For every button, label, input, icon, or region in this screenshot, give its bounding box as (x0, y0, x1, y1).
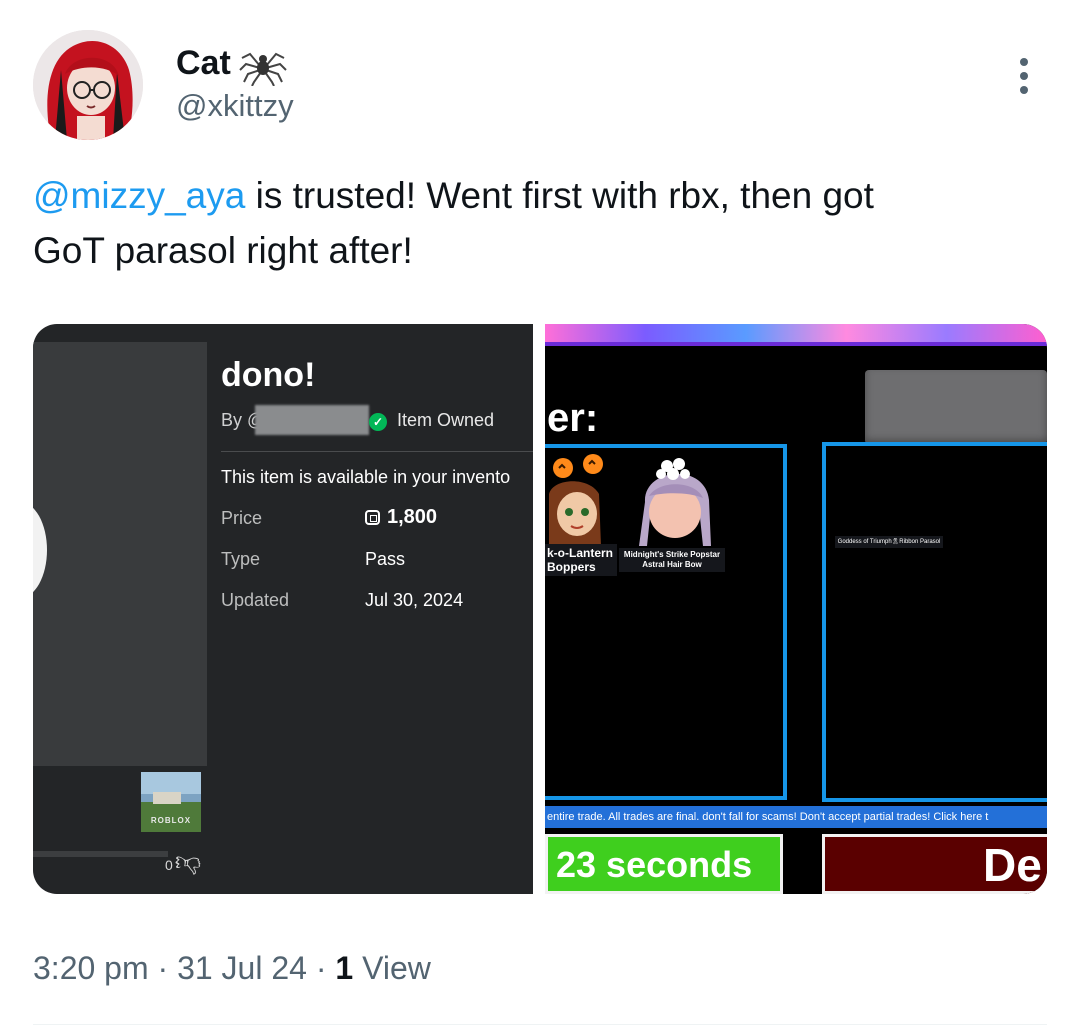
view-count[interactable]: 1 (335, 950, 353, 986)
astral-hair-bow-icon (625, 452, 725, 546)
gray-panel (865, 370, 1047, 444)
trade-banner-edge (545, 342, 1047, 346)
trade-item-label: k-o-Lantern Boppers (545, 544, 617, 576)
trade-item-label: Midnight's Strike Popstar Astral Hair Bo… (619, 548, 725, 572)
thumbnail-label: ROBLOX (150, 816, 192, 825)
divider (33, 1024, 1047, 1025)
roblox-thumbnail: ROBLOX (141, 772, 201, 832)
display-name[interactable]: Cat (176, 44, 231, 83)
trade-offer-box-right (822, 442, 1047, 802)
availability-text: This item is available in your invento (221, 467, 511, 487)
more-dot-icon (1020, 58, 1028, 66)
item-title: dono! (221, 356, 316, 394)
decline-button[interactable]: De (822, 834, 1047, 894)
robux-icon (365, 510, 380, 525)
trade-timer: 23 seconds (545, 834, 783, 894)
updated-label: Updated (221, 590, 290, 610)
trade-header-fragment: er: (547, 396, 599, 440)
tweet-time[interactable]: 3:20 pm (33, 950, 149, 986)
tweet-date[interactable]: 31 Jul 24 (177, 950, 307, 986)
item-image-panel (33, 342, 207, 766)
more-dot-icon (1020, 72, 1028, 80)
item-owned-label: Item Owned (397, 410, 495, 430)
tweet-text-line1: is trusted! Went first with rbx, then go… (245, 175, 874, 216)
carousel-strip (33, 851, 168, 857)
meta-separator: · (148, 950, 178, 986)
type-value: Pass (365, 549, 406, 569)
price-value: 1,800 (365, 506, 437, 529)
tweet-text: @mizzy_aya is trusted! Went first with r… (33, 168, 1043, 278)
tweet-meta: 3:20 pm · 31 Jul 24 · 1 View (33, 950, 431, 987)
price-label: Price (221, 508, 263, 528)
trade-warning-banner[interactable]: entire trade. All trades are final. don'… (545, 806, 1047, 828)
type-label: Type (221, 549, 261, 569)
lantern-boppers-icon (549, 454, 611, 546)
trade-top-banner (545, 324, 1047, 344)
view-label: View (353, 950, 431, 986)
media-image-trade-screen[interactable]: er: k-o-Lantern Boppers Midnight's Strik… (545, 324, 1047, 894)
dislike-count: 0 (165, 857, 173, 873)
media-grid: ROBLOX 0👎︎ dono! By @ ✓ Item Owned This … (33, 324, 1047, 894)
redacted-username (255, 405, 369, 435)
more-options-button[interactable] (1010, 58, 1038, 94)
trade-item-label: Goddess of Triumph🎗Ribbon Parasol (835, 536, 943, 548)
updated-value: Jul 30, 2024 (365, 590, 464, 610)
spider-icon (238, 46, 288, 87)
avatar[interactable] (33, 30, 143, 140)
mention-link[interactable]: @mizzy_aya (33, 175, 245, 216)
tweet-text-line2: GoT parasol right after! (33, 230, 413, 271)
media-image-roblox-item[interactable]: ROBLOX 0👎︎ dono! By @ ✓ Item Owned This … (33, 324, 533, 894)
more-dot-icon (1020, 86, 1028, 94)
thumbs-down-icon: 👎︎ (174, 846, 202, 876)
meta-separator: · (306, 950, 336, 986)
user-handle[interactable]: @xkittzy (176, 88, 294, 124)
divider (221, 451, 533, 452)
owned-check-icon: ✓ (369, 413, 387, 431)
dislike-button[interactable]: 0👎︎ (165, 846, 201, 877)
